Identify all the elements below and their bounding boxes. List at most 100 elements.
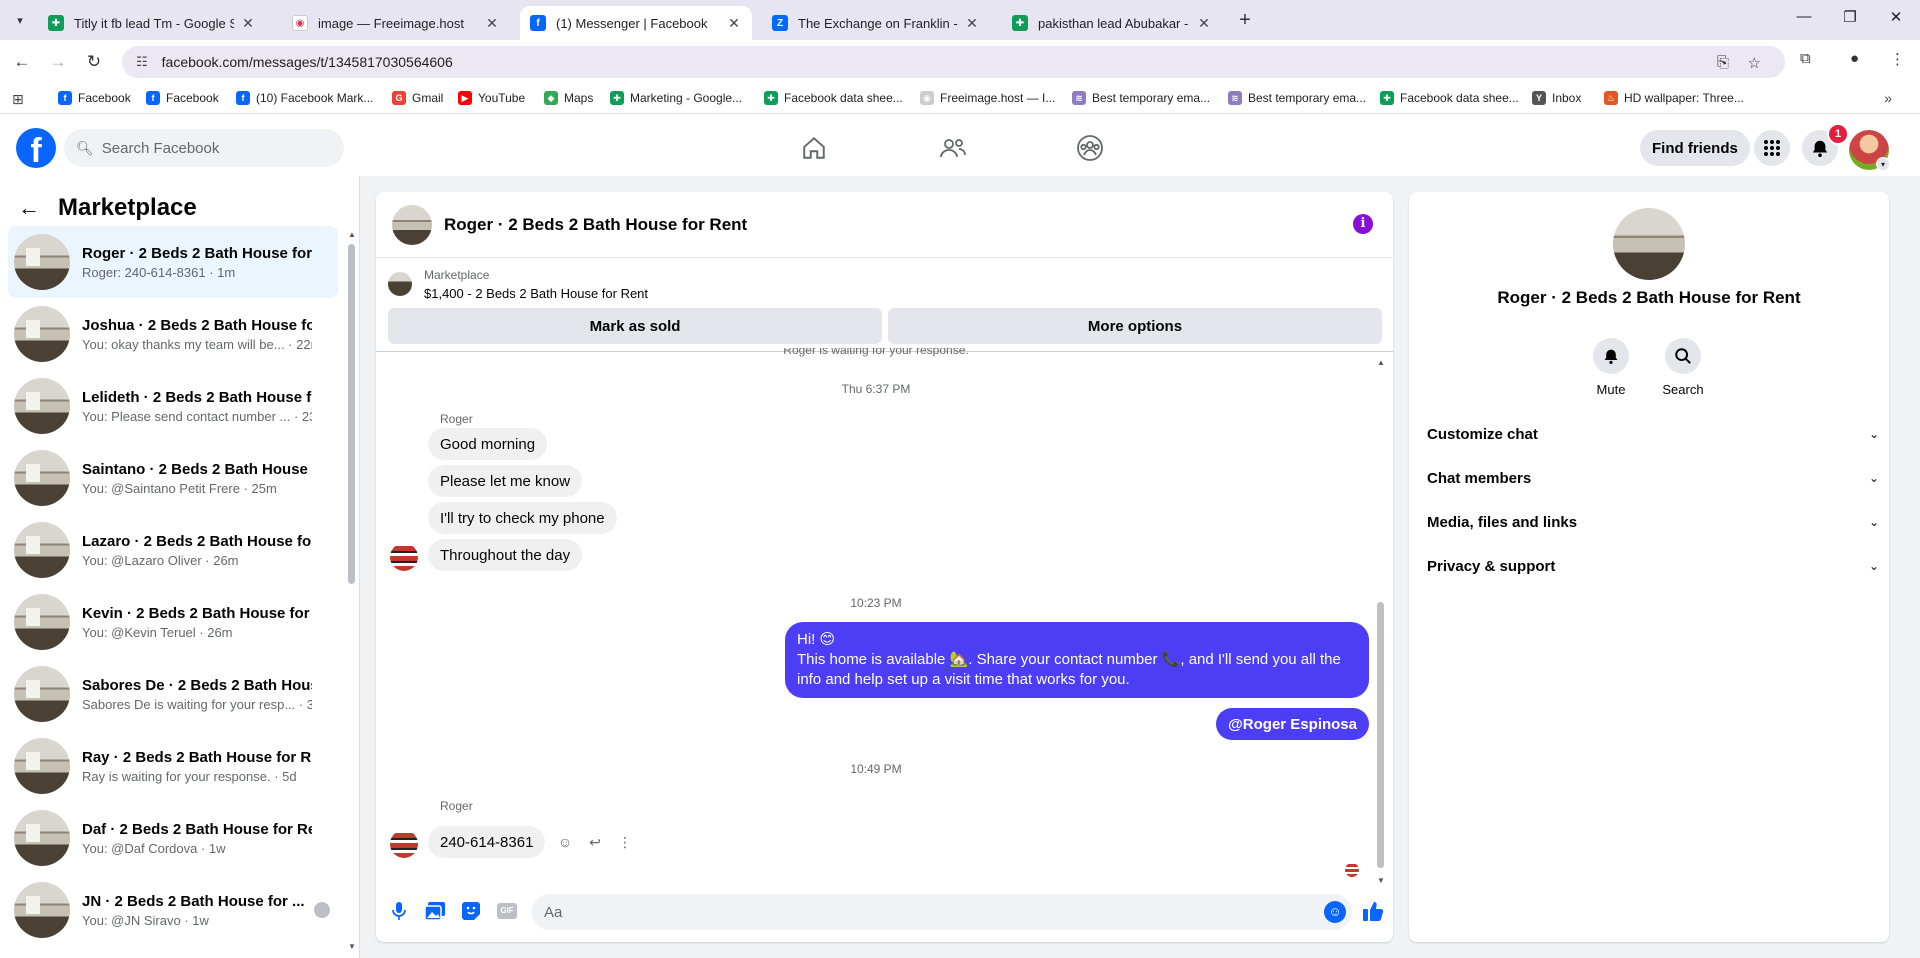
microphone-icon[interactable] [388, 900, 410, 922]
emoji-icon[interactable]: ☺ [1324, 901, 1346, 923]
sidebar-scrollbar[interactable]: ▲ ▼ [348, 230, 356, 951]
bookmark-item[interactable]: ✚ Facebook data shee... [1380, 91, 1519, 105]
photo-icon[interactable] [424, 900, 446, 922]
sticker-icon[interactable] [460, 900, 482, 922]
incoming-message[interactable]: Good morning [428, 428, 548, 460]
message-scrollbar[interactable]: ▲ ▼ [1377, 358, 1385, 885]
scrollbar-thumb[interactable] [1377, 602, 1384, 868]
facebook-logo[interactable]: f [16, 128, 56, 168]
bookmark-item[interactable]: ≋ Best temporary ema... [1228, 91, 1366, 105]
bookmark-item[interactable]: f Facebook [58, 91, 131, 105]
scroll-up-arrow-icon[interactable]: ▲ [1377, 358, 1385, 367]
outgoing-mention-message[interactable]: @Roger Espinosa [1216, 708, 1369, 740]
account-chevron-down-icon[interactable]: ▾ [1876, 157, 1890, 171]
conversation-item[interactable]: Joshua · 2 Beds 2 Bath House fo... You: o… [8, 298, 338, 370]
more-options-button[interactable]: More options [888, 308, 1382, 344]
sender-avatar[interactable] [390, 543, 418, 571]
restore-icon[interactable]: ❐ [1836, 8, 1864, 26]
groups-icon[interactable] [1074, 134, 1106, 162]
extensions-icon[interactable]: ⧉ [1800, 50, 1811, 67]
bookmark-item[interactable]: ✚ Marketing - Google... [610, 91, 742, 105]
search-in-chat-button[interactable]: Search [1653, 338, 1713, 397]
profile-extension-icon[interactable]: ● [1850, 50, 1859, 67]
tab-close-icon[interactable]: ✕ [240, 15, 256, 32]
friends-icon[interactable] [937, 134, 969, 162]
details-avatar[interactable] [1613, 208, 1685, 280]
tab-close-icon[interactable]: ✕ [964, 15, 980, 32]
scrollbar-thumb[interactable] [348, 244, 355, 584]
tab-search-chevron-icon[interactable]: ▾ [10, 10, 30, 30]
info-icon[interactable]: i [1353, 214, 1373, 234]
browser-tab[interactable]: f (1) Messenger | Facebook ✕ [520, 6, 752, 40]
bookmarks-overflow-icon[interactable]: » [1884, 90, 1892, 106]
conversation-item[interactable]: Saintano · 2 Beds 2 Bath House f... You: … [8, 442, 338, 514]
bookmark-item[interactable]: ▶ YouTube [458, 91, 525, 105]
conversation-item[interactable]: Daf · 2 Beds 2 Bath House for Re... You: … [8, 802, 338, 874]
bookmark-item[interactable]: ♨ HD wallpaper: Three... [1604, 91, 1744, 105]
back-arrow-icon[interactable]: ← [18, 195, 40, 221]
conversation-item[interactable]: Sabores De · 2 Beds 2 Bath Hous... Sabore… [8, 658, 338, 730]
facebook-search[interactable]: 🔍︎ Search Facebook [64, 129, 344, 167]
gif-icon[interactable]: GIF [496, 900, 518, 922]
react-smiley-icon[interactable]: ☺ [556, 833, 574, 851]
tab-close-icon[interactable]: ✕ [1196, 15, 1212, 32]
incoming-message[interactable]: 240-614-8361 [428, 826, 546, 858]
bookmark-item[interactable]: G Gmail [392, 91, 443, 105]
apps-grid-icon[interactable]: ⊞ [12, 91, 24, 108]
bookmark-item[interactable]: ≋ Best temporary ema... [1072, 91, 1210, 105]
bookmark-item[interactable]: ◉ Freeimage.host — I... [920, 91, 1055, 105]
chat-members-section[interactable]: Chat members ⌄ [1425, 456, 1881, 500]
customize-chat-section[interactable]: Customize chat ⌄ [1425, 412, 1881, 456]
outgoing-message[interactable]: Hi! 😊 This home is available 🏡. Share yo… [785, 622, 1369, 698]
menu-grid-icon[interactable] [1754, 130, 1790, 166]
bookmark-item[interactable]: f (10) Facebook Mark... [236, 91, 373, 105]
incoming-message[interactable]: I'll try to check my phone [428, 502, 617, 534]
conversation-item[interactable]: Ray · 2 Beds 2 Bath House for R... Ray is… [8, 730, 338, 802]
bookmark-item[interactable]: f Facebook [146, 91, 219, 105]
media-files-links-section[interactable]: Media, files and links ⌄ [1425, 500, 1881, 544]
install-app-icon[interactable]: ⎘ [1717, 54, 1729, 71]
more-vertical-icon[interactable]: ⋮ [616, 833, 634, 851]
bookmark-item[interactable]: ✚ Facebook data shee... [764, 91, 903, 105]
listing-thumbnail[interactable] [388, 272, 412, 296]
tab-close-icon[interactable]: ✕ [484, 15, 500, 32]
find-friends-button[interactable]: Find friends [1640, 130, 1750, 166]
browser-tab[interactable]: ✚ pakisthan lead Abubakar - Goo ✕ [1002, 6, 1222, 40]
conversation-item[interactable]: Kevin · 2 Beds 2 Bath House for ... You: … [8, 586, 338, 658]
browser-tab[interactable]: Z The Exchange on Franklin - 20 F ✕ [762, 6, 990, 40]
scroll-up-arrow-icon[interactable]: ▲ [348, 230, 356, 239]
back-icon[interactable]: ← [10, 50, 34, 74]
tab-close-icon[interactable]: ✕ [726, 15, 742, 32]
new-tab-button[interactable]: + [1234, 9, 1256, 32]
chat-title[interactable]: Roger · 2 Beds 2 Bath House for Rent [444, 215, 747, 235]
scroll-down-arrow-icon[interactable]: ▼ [348, 942, 356, 951]
browser-tab[interactable]: ✚ Titly it fb lead Tm - Google Shee ✕ [38, 6, 266, 40]
minimize-icon[interactable]: — [1790, 8, 1818, 25]
home-icon[interactable] [798, 134, 830, 162]
address-bar[interactable]: ☷ facebook.com/messages/t/13458170305646… [122, 46, 1785, 78]
listing-price[interactable]: $1,400 - 2 Beds 2 Bath House for Rent [424, 286, 648, 301]
forward-icon[interactable]: → [46, 50, 70, 74]
chat-avatar[interactable] [392, 204, 432, 245]
sender-avatar[interactable] [390, 830, 418, 858]
conversation-item[interactable]: JN · 2 Beds 2 Bath House for ... You: @JN… [8, 874, 338, 946]
browser-menu-icon[interactable]: ⋮ [1890, 50, 1905, 68]
conversation-item[interactable]: Lazaro · 2 Beds 2 Bath House for... You: … [8, 514, 338, 586]
conversation-item[interactable]: Roger · 2 Beds 2 Bath House for ... Roger… [8, 226, 338, 298]
message-input[interactable]: Aa ☺ [532, 894, 1352, 930]
reply-icon[interactable]: ↩ [586, 833, 604, 851]
site-info-icon[interactable]: ☷ [136, 54, 148, 70]
incoming-message[interactable]: Please let me know [428, 465, 583, 497]
bookmark-star-icon[interactable]: ☆ [1748, 54, 1761, 72]
thumbs-up-icon[interactable] [1362, 900, 1384, 922]
privacy-support-section[interactable]: Privacy & support ⌄ [1425, 544, 1881, 588]
bookmark-item[interactable]: Y Inbox [1532, 91, 1581, 105]
close-window-icon[interactable]: ✕ [1882, 8, 1910, 26]
incoming-message[interactable]: Throughout the day [428, 539, 583, 571]
browser-tab[interactable]: ◉ image — Freeimage.host ✕ [282, 6, 510, 40]
reload-icon[interactable]: ↻ [82, 50, 106, 74]
mute-button[interactable]: Mute [1581, 338, 1641, 397]
conversation-item[interactable]: Lelideth · 2 Beds 2 Bath House f... You: … [8, 370, 338, 442]
mark-as-sold-button[interactable]: Mark as sold [388, 308, 882, 344]
bookmark-item[interactable]: ◆ Maps [544, 91, 593, 105]
